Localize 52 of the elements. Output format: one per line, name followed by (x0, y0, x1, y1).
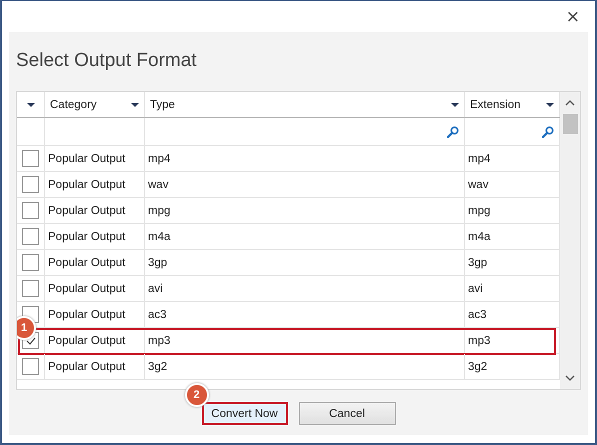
table-cell: 3gp (148, 256, 168, 268)
checkbox[interactable] (22, 150, 39, 167)
table-cell: m4a (468, 230, 490, 242)
close-button[interactable]: × (560, 8, 586, 26)
checkbox[interactable] (22, 358, 39, 375)
dropdown-icon[interactable] (26, 102, 34, 106)
dialog-button[interactable]: Cancel (298, 402, 396, 425)
column-header[interactable]: Extension (470, 98, 521, 110)
table-cell: avi (148, 282, 163, 294)
search-icon[interactable] (542, 126, 554, 138)
table-cell: 3g2 (148, 360, 168, 372)
table-cell: mp3 (148, 334, 170, 346)
dropdown-icon[interactable] (451, 102, 459, 106)
table-cell: wav (468, 178, 488, 190)
scrollbar[interactable] (560, 92, 580, 389)
checkbox[interactable] (22, 176, 39, 193)
table-cell: Popular Output (48, 230, 126, 242)
checkbox[interactable] (22, 228, 39, 245)
table-cell: avi (468, 282, 483, 294)
table-cell: 3gp (468, 256, 488, 268)
table-cell: mp4 (468, 152, 490, 164)
table-cell: wav (148, 178, 168, 190)
table-cell: Popular Output (48, 204, 126, 216)
table-cell: mpg (148, 204, 170, 216)
column-header[interactable]: Type (150, 98, 175, 110)
table-cell: Popular Output (48, 360, 126, 372)
table-cell: m4a (148, 230, 170, 242)
table-cell: ac3 (468, 308, 487, 320)
dialog-button[interactable]: Convert Now (202, 402, 288, 425)
scroll-down-icon[interactable] (565, 375, 575, 381)
table-cell: Popular Output (48, 256, 126, 268)
checkbox[interactable] (22, 202, 39, 219)
table-cell: ac3 (148, 308, 167, 320)
table-cell: 3g2 (468, 360, 488, 372)
table-cell: Popular Output (48, 308, 126, 320)
column-header[interactable]: Category (50, 98, 97, 110)
check-icon (26, 336, 36, 344)
search-icon[interactable] (447, 126, 459, 138)
checkbox[interactable] (22, 280, 39, 297)
table-cell: mp3 (468, 334, 490, 346)
checkbox[interactable] (22, 254, 39, 271)
table-cell: mp4 (148, 152, 170, 164)
table-cell: Popular Output (48, 152, 126, 164)
dropdown-icon[interactable] (131, 102, 139, 106)
dropdown-icon[interactable] (546, 102, 554, 106)
scroll-up-icon[interactable] (565, 100, 575, 106)
table-cell: Popular Output (48, 334, 126, 346)
table-cell: Popular Output (48, 282, 126, 294)
table-cell: mpg (468, 204, 490, 216)
dialog-title: Select Output Format (16, 49, 198, 73)
table-cell: Popular Output (48, 178, 126, 190)
scroll-thumb[interactable] (562, 114, 578, 134)
